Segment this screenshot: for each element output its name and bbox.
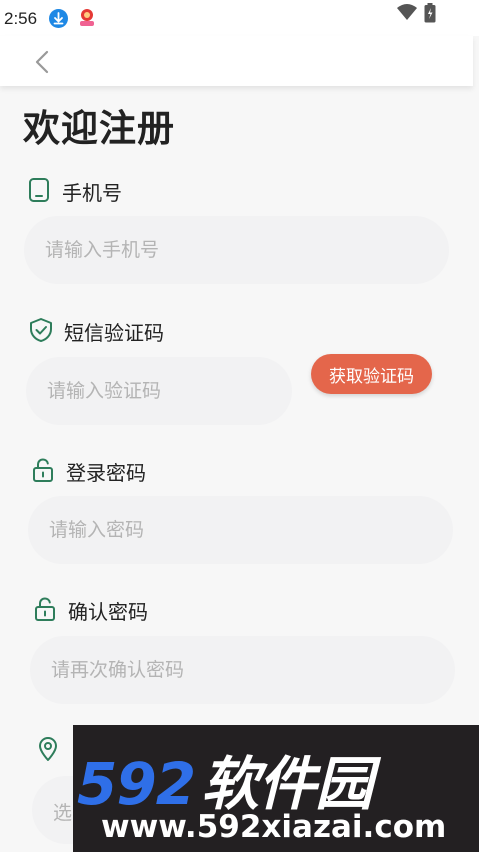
status-bar: 2:56 (0, 0, 479, 36)
location-placeholder: 选 (53, 802, 73, 824)
top-navigation-bar (0, 36, 473, 86)
phone-icon (26, 177, 52, 203)
phone-input[interactable] (24, 216, 449, 284)
phone-label: 手机号 (62, 181, 122, 205)
watermark-digits: 592 (77, 750, 196, 818)
location-pin-icon (35, 736, 61, 762)
download-icon (49, 9, 68, 28)
status-time: 2:56 (4, 9, 38, 28)
watermark-overlay: 592 软件园 www.592xiazai.com (73, 725, 479, 852)
confirm-password-label: 确认密码 (68, 600, 148, 624)
lock-icon (30, 457, 56, 483)
get-code-button[interactable]: 获取验证码 (311, 354, 432, 394)
watermark-url: www.592xiazai.com (101, 809, 447, 845)
app-notification-icon (76, 7, 98, 29)
chevron-left-icon[interactable] (30, 49, 56, 75)
shield-check-icon (28, 317, 54, 343)
password-input[interactable] (28, 496, 453, 564)
wifi-icon (396, 3, 418, 25)
sms-code-input[interactable] (26, 357, 292, 425)
confirm-password-input[interactable] (30, 636, 455, 704)
battery-icon (424, 3, 436, 27)
password-label: 登录密码 (66, 461, 146, 485)
page-title: 欢迎注册 (23, 107, 175, 150)
watermark-name: 软件园 (201, 750, 373, 818)
sms-code-label: 短信验证码 (64, 321, 164, 345)
lock-icon (32, 596, 58, 622)
